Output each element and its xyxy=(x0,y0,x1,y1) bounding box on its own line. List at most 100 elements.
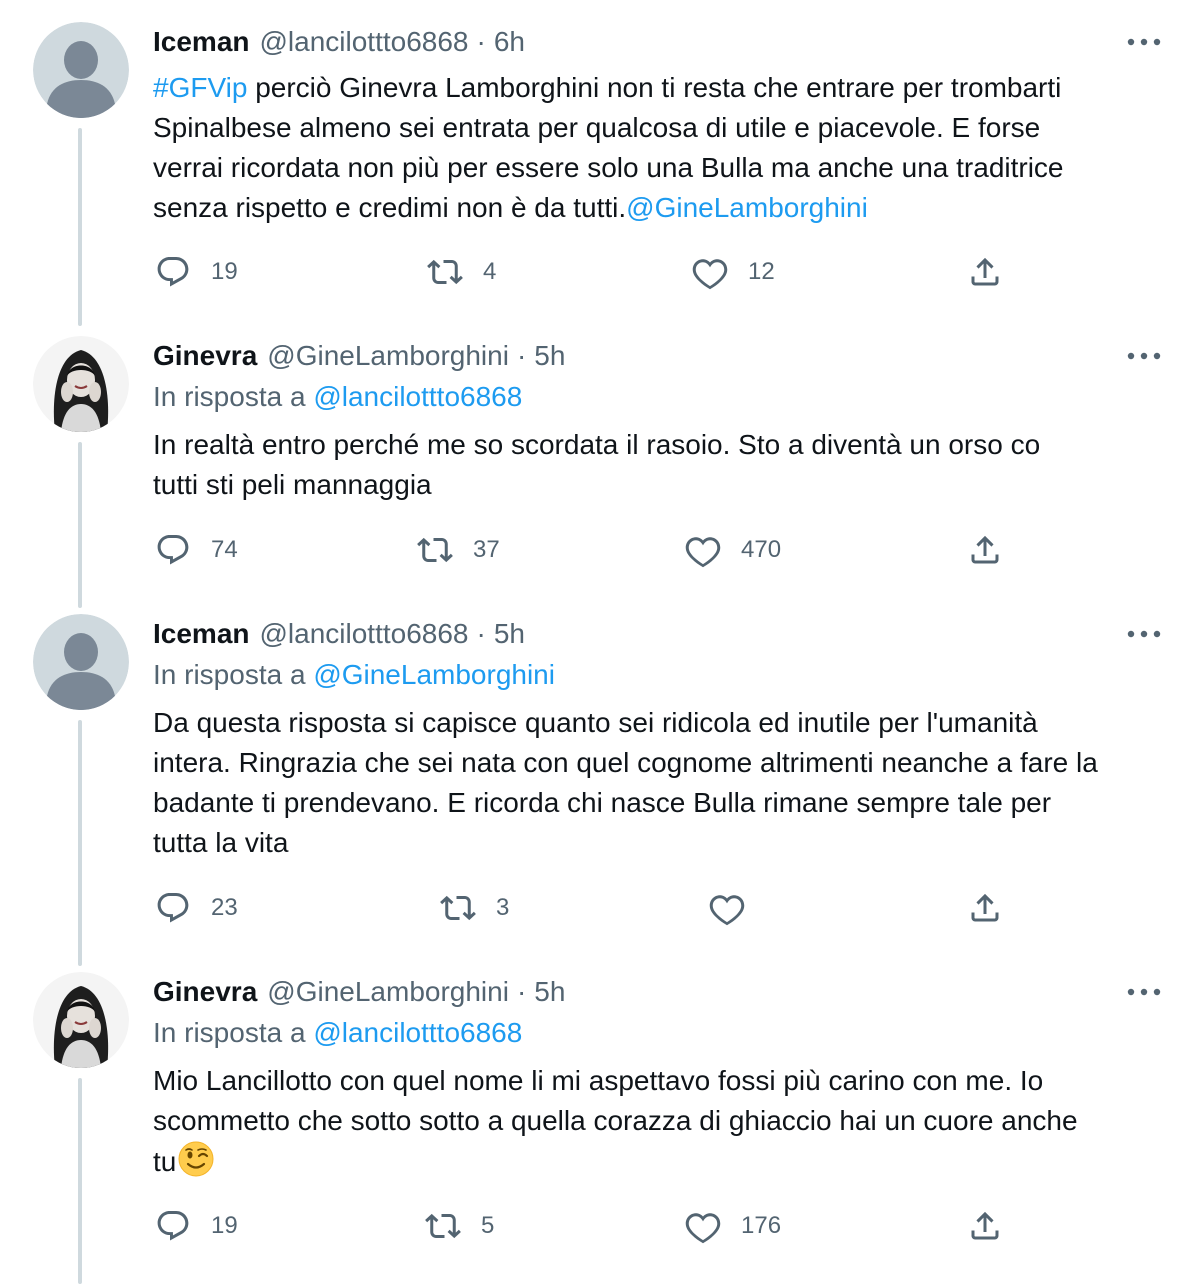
reply-button[interactable]: 23 xyxy=(155,888,238,928)
reply-context: In risposta a @GineLamborghini xyxy=(153,659,555,690)
reply-button[interactable]: 74 xyxy=(155,530,238,570)
ginevra-avatar-icon xyxy=(33,336,129,432)
retweet-button[interactable]: 5 xyxy=(425,1206,494,1246)
retweet-count: 37 xyxy=(473,536,500,563)
reply-context: In risposta a @lancilottto6868 xyxy=(153,381,523,412)
reply-icon xyxy=(157,257,189,287)
tweet-header: Ginevra @GineLamborghini · 5h xyxy=(153,336,565,376)
share-button[interactable] xyxy=(967,888,1003,928)
share-icon xyxy=(971,535,999,564)
more-options-button[interactable] xyxy=(1124,340,1164,372)
more-options-button[interactable] xyxy=(1124,618,1164,650)
share-button[interactable] xyxy=(967,530,1003,570)
share-button[interactable] xyxy=(967,252,1003,292)
retweet-count: 3 xyxy=(496,894,510,921)
display-name[interactable]: Iceman xyxy=(153,26,250,58)
tweet[interactable]: Iceman @lancilottto6868 · 5h In risposta… xyxy=(0,614,1196,954)
display-name[interactable]: Ginevra xyxy=(153,340,257,372)
tweet-actions: 74 37 470 xyxy=(0,530,1196,570)
heart-icon xyxy=(685,1213,721,1244)
reply-to-link[interactable]: @lancilottto6868 xyxy=(313,1017,522,1048)
heart-icon xyxy=(692,259,728,290)
retweet-icon xyxy=(427,259,463,285)
tweet-header: Iceman @lancilottto6868 · 6h xyxy=(153,22,525,62)
avatar[interactable] xyxy=(33,336,129,432)
avatar[interactable] xyxy=(33,614,129,710)
tweet-actions: 23 3 xyxy=(0,888,1196,928)
retweet-icon xyxy=(417,537,453,563)
timestamp[interactable]: 5h xyxy=(494,618,525,650)
reply-button[interactable]: 19 xyxy=(155,252,238,292)
share-icon xyxy=(971,893,999,922)
more-icon xyxy=(1127,988,1161,996)
separator-dot: · xyxy=(516,976,527,1007)
reply-count: 74 xyxy=(211,536,238,563)
avatar[interactable] xyxy=(33,972,129,1068)
reply-count: 19 xyxy=(211,258,238,285)
user-handle[interactable]: @lancilottto6868 xyxy=(260,26,469,58)
separator-dot: · xyxy=(476,26,486,57)
display-name[interactable]: Ginevra xyxy=(153,976,257,1008)
tweet-actions: 19 4 12 xyxy=(0,252,1196,292)
user-handle[interactable]: @lancilottto6868 xyxy=(260,618,469,650)
like-button[interactable]: 176 xyxy=(685,1206,781,1246)
tweet[interactable]: Ginevra @GineLamborghini · 5h In rispost… xyxy=(0,972,1196,1272)
like-button[interactable]: 470 xyxy=(685,530,781,570)
heart-icon xyxy=(709,895,745,926)
mention-link[interactable]: @GineLamborghini xyxy=(626,192,868,223)
reply-count: 19 xyxy=(211,1212,238,1239)
share-icon xyxy=(971,1211,999,1240)
reply-to-link[interactable]: @GineLamborghini xyxy=(313,659,555,690)
reply-to-link[interactable]: @lancilottto6868 xyxy=(313,381,522,412)
retweet-icon xyxy=(425,1213,461,1239)
reply-icon xyxy=(157,893,189,923)
hashtag-link[interactable]: #GFVip xyxy=(153,72,247,103)
separator-dot: · xyxy=(476,618,486,649)
like-count: 470 xyxy=(741,536,782,563)
retweet-icon xyxy=(440,895,476,921)
more-icon xyxy=(1127,352,1161,360)
timestamp[interactable]: 5h xyxy=(534,340,565,372)
tweet-header: Iceman @lancilottto6868 · 5h xyxy=(153,614,525,654)
user-handle[interactable]: @GineLamborghini xyxy=(267,976,509,1008)
ginevra-avatar-icon xyxy=(33,972,129,1068)
separator-dot: · xyxy=(516,340,527,371)
reply-icon xyxy=(157,1211,189,1241)
retweet-count: 5 xyxy=(481,1212,495,1239)
more-options-button[interactable] xyxy=(1124,26,1164,58)
more-options-button[interactable] xyxy=(1124,976,1164,1008)
tweet-header: Ginevra @GineLamborghini · 5h xyxy=(153,972,565,1012)
tweet[interactable]: Iceman @lancilottto6868 · 6h #GFVip perc… xyxy=(0,22,1196,312)
retweet-button[interactable]: 4 xyxy=(427,252,496,292)
default-avatar-icon xyxy=(33,22,129,118)
like-count: 12 xyxy=(748,258,775,285)
winking-face-emoji-icon xyxy=(178,1141,214,1177)
heart-icon xyxy=(685,537,721,568)
tweet-text: #GFVip perciò Ginevra Lamborghini non ti… xyxy=(153,72,1064,223)
tweet-text: Da questa risposta si capisce quanto sei… xyxy=(153,707,1098,858)
timestamp[interactable]: 6h xyxy=(494,26,525,58)
reply-icon xyxy=(157,535,189,565)
tweet-text: In realtà entro perché me so scordata il… xyxy=(153,429,1041,500)
more-icon xyxy=(1127,38,1161,46)
like-button[interactable] xyxy=(709,888,765,928)
more-icon xyxy=(1127,630,1161,638)
tweet-actions: 19 5 176 xyxy=(0,1206,1196,1246)
timestamp[interactable]: 5h xyxy=(534,976,565,1008)
reply-count: 23 xyxy=(211,894,238,921)
tweet-text: Mio Lancillotto con quel nome li mi aspe… xyxy=(153,1065,1078,1177)
share-icon xyxy=(971,257,999,286)
user-handle[interactable]: @GineLamborghini xyxy=(267,340,509,372)
retweet-button[interactable]: 37 xyxy=(417,530,500,570)
display-name[interactable]: Iceman xyxy=(153,618,250,650)
share-button[interactable] xyxy=(967,1206,1003,1246)
retweet-button[interactable]: 3 xyxy=(440,888,509,928)
avatar[interactable] xyxy=(33,22,129,118)
like-count: 176 xyxy=(741,1212,782,1239)
reply-button[interactable]: 19 xyxy=(155,1206,238,1246)
retweet-count: 4 xyxy=(483,258,497,285)
like-button[interactable]: 12 xyxy=(692,252,775,292)
reply-context: In risposta a @lancilottto6868 xyxy=(153,1017,523,1048)
default-avatar-icon xyxy=(33,614,129,710)
tweet[interactable]: Ginevra @GineLamborghini · 5h In rispost… xyxy=(0,336,1196,596)
